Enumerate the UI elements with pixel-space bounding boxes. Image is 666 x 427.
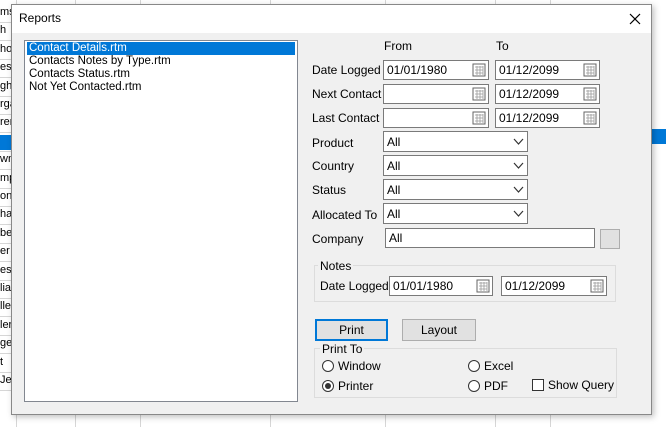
- window-radio[interactable]: [322, 360, 334, 372]
- title-bar: Reports: [12, 5, 651, 33]
- last-contact-to-field[interactable]: 01/12/2099: [495, 108, 600, 128]
- close-button[interactable]: [619, 5, 651, 33]
- chevron-down-icon: [513, 162, 524, 169]
- calendar-icon[interactable]: [583, 87, 597, 101]
- product-label: Product: [312, 136, 354, 150]
- notes-date-from-field[interactable]: 01/01/1980: [389, 276, 493, 296]
- company-value: All: [389, 231, 403, 245]
- product-select[interactable]: All: [383, 131, 528, 152]
- calendar-icon[interactable]: [472, 63, 486, 77]
- date-value: 01/01/1980: [387, 63, 448, 77]
- printer-radio-label: Printer: [338, 379, 374, 393]
- next-contact-from-field[interactable]: [383, 84, 489, 104]
- next-contact-label: Next Contact: [312, 87, 382, 101]
- notes-date-logged-label: Date Logged: [320, 279, 389, 293]
- date-value: 01/01/1980: [393, 279, 454, 293]
- date-value: 01/12/2099: [499, 111, 560, 125]
- layout-button[interactable]: Layout: [402, 319, 476, 341]
- chevron-down-icon: [513, 186, 524, 193]
- date-value: 01/12/2099: [499, 63, 560, 77]
- next-contact-to-field[interactable]: 01/12/2099: [495, 84, 600, 104]
- pdf-radio-label: PDF: [484, 379, 508, 393]
- date-value: 01/12/2099: [499, 87, 560, 101]
- reports-dialog: Reports Contact Details.rtm Contacts Not…: [11, 4, 652, 415]
- select-value: All: [387, 159, 401, 173]
- print-button[interactable]: Print: [315, 319, 388, 341]
- print-to-group-title: Print To: [320, 342, 365, 356]
- last-contact-label: Last Contact: [312, 111, 380, 125]
- calendar-icon[interactable]: [583, 111, 597, 125]
- window-radio-label: Window: [338, 359, 381, 373]
- notes-date-to-field[interactable]: 01/12/2099: [501, 276, 607, 296]
- company-lookup-button[interactable]: [600, 229, 620, 249]
- from-header: From: [384, 39, 412, 53]
- list-item[interactable]: Contacts Notes by Type.rtm: [27, 55, 295, 68]
- list-item[interactable]: Contacts Status.rtm: [27, 68, 295, 81]
- select-value: All: [387, 183, 401, 197]
- country-select[interactable]: All: [383, 155, 528, 176]
- list-item[interactable]: Not Yet Contacted.rtm: [27, 81, 295, 94]
- show-query-label: Show Query: [548, 378, 615, 392]
- date-logged-from-field[interactable]: 01/01/1980: [383, 60, 489, 80]
- to-header: To: [496, 39, 509, 53]
- select-value: All: [387, 135, 401, 149]
- allocated-to-select[interactable]: All: [383, 203, 528, 224]
- excel-radio[interactable]: [468, 360, 480, 372]
- calendar-icon[interactable]: [472, 111, 486, 125]
- printer-radio[interactable]: [322, 380, 334, 392]
- calendar-icon[interactable]: [472, 87, 486, 101]
- pdf-radio[interactable]: [468, 380, 480, 392]
- allocated-to-label: Allocated To: [312, 208, 378, 222]
- notes-group-title: Notes: [318, 259, 354, 273]
- company-field[interactable]: All: [385, 228, 595, 248]
- excel-radio-label: Excel: [484, 359, 514, 373]
- select-value: All: [387, 207, 401, 221]
- country-label: Country: [312, 159, 355, 173]
- close-icon: [629, 13, 641, 25]
- list-item[interactable]: Contact Details.rtm: [27, 42, 295, 55]
- chevron-down-icon: [513, 210, 524, 217]
- date-value: 01/12/2099: [505, 279, 566, 293]
- status-select[interactable]: All: [383, 179, 528, 200]
- date-logged-label: Date Logged: [312, 63, 381, 77]
- selected-row-highlight: [650, 129, 666, 144]
- chevron-down-icon: [513, 138, 524, 145]
- show-query-checkbox[interactable]: [532, 379, 544, 391]
- report-list[interactable]: Contact Details.rtm Contacts Notes by Ty…: [24, 40, 298, 402]
- company-label: Company: [312, 232, 364, 246]
- calendar-icon[interactable]: [590, 279, 604, 293]
- last-contact-from-field[interactable]: [383, 108, 489, 128]
- dialog-title: Reports: [19, 11, 62, 25]
- date-logged-to-field[interactable]: 01/12/2099: [495, 60, 600, 80]
- status-label: Status: [312, 183, 347, 197]
- calendar-icon[interactable]: [476, 279, 490, 293]
- calendar-icon[interactable]: [583, 63, 597, 77]
